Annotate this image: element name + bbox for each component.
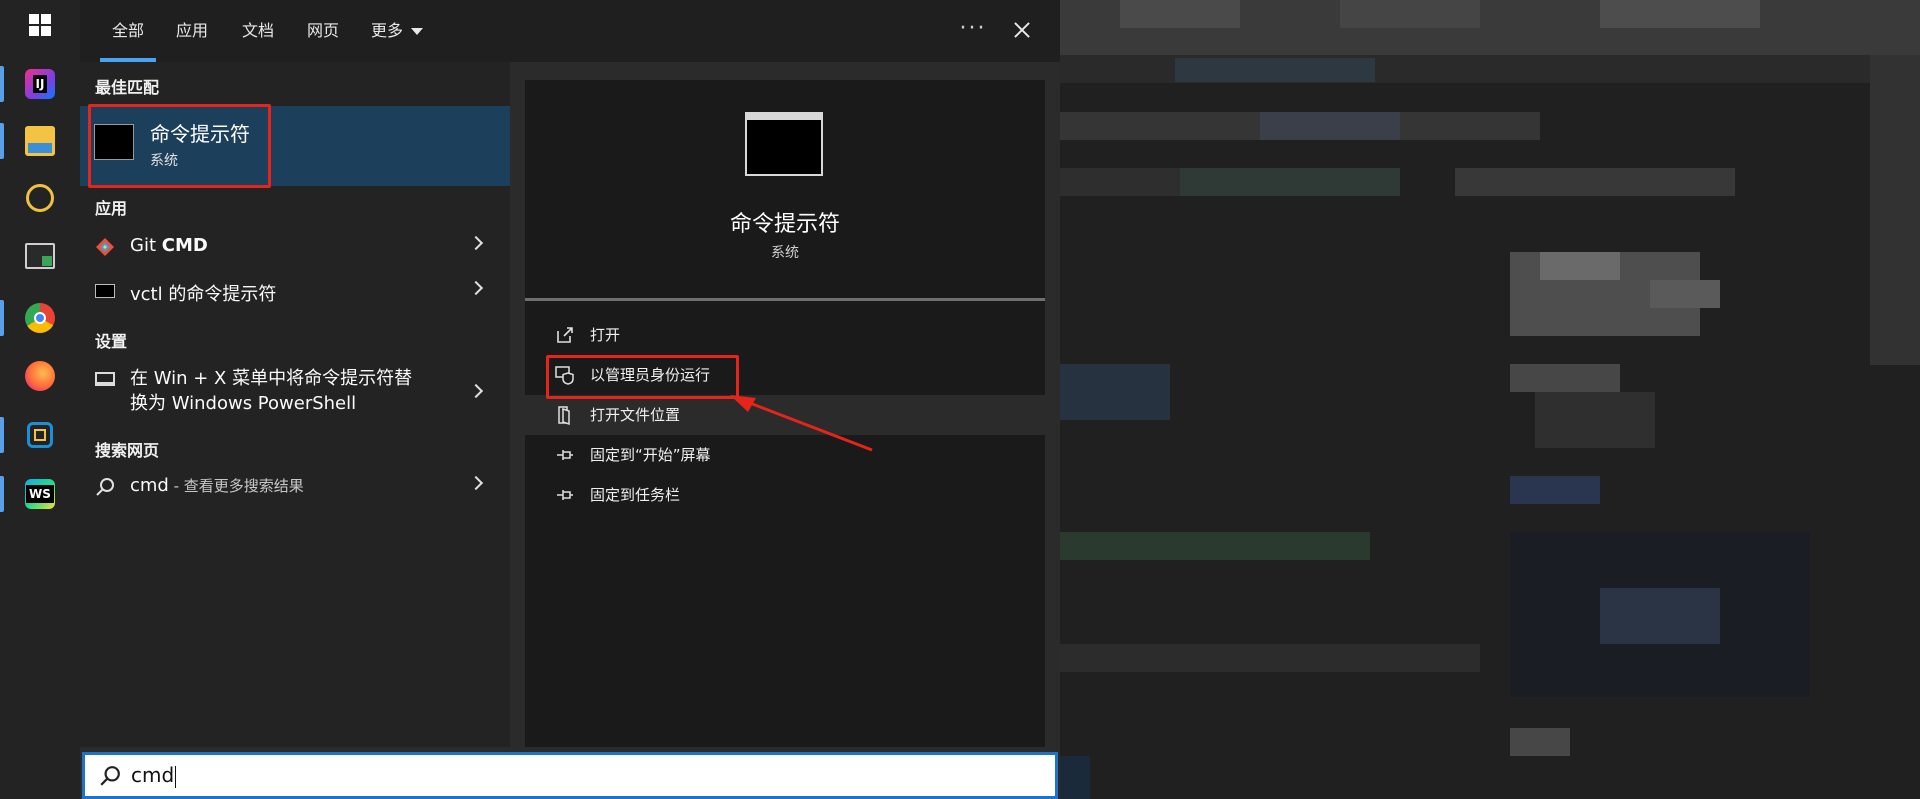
detail-subtitle: 系统: [771, 245, 799, 261]
result-git-cmd[interactable]: Git CMD: [80, 225, 510, 269]
search-input[interactable]: cmd: [131, 763, 177, 788]
annotation-highlight-best-match: [88, 104, 271, 188]
command-prompt-large-icon: [745, 112, 823, 176]
chrome-icon: [25, 303, 55, 333]
action-pin-to-taskbar[interactable]: 固定到任务栏: [525, 475, 1045, 515]
terminal-icon: [25, 243, 55, 269]
tab-web[interactable]: 网页: [307, 0, 339, 62]
result-vctl-cmd[interactable]: vctl 的命令提示符: [80, 270, 510, 314]
filter-tabs-bar: 全部 应用 文档 网页 更多 ···: [80, 0, 1060, 62]
chevron-right-icon[interactable]: [468, 235, 484, 251]
result-setting-powershell[interactable]: 在 Win + X 菜单中将命令提示符替 换为 Windows PowerShel…: [80, 358, 510, 424]
windows-start-button[interactable]: [0, 0, 80, 50]
tab-more-label: 更多: [371, 21, 404, 40]
git-icon: [96, 238, 114, 256]
file-location-icon: [558, 406, 570, 425]
results-list: 最佳匹配 命令提示符 系统 应用 Git CMD vctl 的命令提示符 设置: [80, 62, 510, 747]
search-icon: [96, 478, 114, 496]
section-best-match: 最佳匹配: [95, 78, 160, 97]
taskbar-file-explorer[interactable]: [0, 113, 80, 169]
action-open-file-location-label: 打开文件位置: [590, 406, 681, 424]
intellij-icon: IJ: [25, 69, 55, 99]
start-search-menu: 全部 应用 文档 网页 更多 ··· 最佳匹配 命令提示符 系统 应用 Git …: [80, 0, 1060, 799]
pin-icon: [557, 450, 573, 460]
webstorm-icon: WS: [25, 479, 55, 509]
result-git-cmd-label: Git CMD: [130, 235, 208, 256]
chevron-right-icon[interactable]: [468, 475, 484, 491]
section-settings: 设置: [95, 332, 128, 351]
action-open-label: 打开: [590, 326, 621, 344]
open-icon: [557, 327, 573, 343]
result-setting-label: 在 Win + X 菜单中将命令提示符替 换为 Windows PowerShel…: [130, 368, 413, 414]
taskbar-intellij[interactable]: IJ: [0, 56, 80, 112]
taskbar-virtualbox[interactable]: [0, 407, 80, 463]
detail-divider: [525, 298, 1045, 301]
firefox-icon: [25, 361, 55, 391]
detail-pane: 命令提示符 系统 打开 以管理员身份运行 打开文件位置 固定到“开始”屏幕 固定…: [525, 80, 1045, 747]
text-cursor: [175, 765, 177, 788]
close-button[interactable]: [1000, 10, 1044, 50]
taskbar-webstorm[interactable]: WS: [0, 466, 80, 522]
taskbar: IJ WS: [0, 0, 80, 799]
search-box[interactable]: cmd: [82, 752, 1058, 799]
action-pin-to-start[interactable]: 固定到“开始”屏幕: [525, 435, 1045, 475]
section-web: 搜索网页: [95, 441, 160, 460]
console-window-icon: [95, 284, 115, 298]
navicat-icon: [26, 184, 54, 212]
taskbar-chrome[interactable]: [0, 290, 80, 346]
virtualbox-icon: [27, 422, 53, 448]
pin-icon: [557, 490, 573, 500]
chevron-down-icon: [411, 28, 424, 35]
annotation-highlight-run-as-admin: [546, 355, 739, 399]
result-vctl-label: vctl 的命令提示符: [130, 284, 277, 305]
tab-documents[interactable]: 文档: [242, 0, 274, 62]
action-pin-to-start-label: 固定到“开始”屏幕: [590, 446, 711, 464]
taskbar-firefox[interactable]: [0, 348, 80, 404]
search-icon: [100, 766, 120, 786]
web-search-label: cmd - 查看更多搜索结果: [130, 475, 304, 496]
result-web-search[interactable]: cmd - 查看更多搜索结果: [80, 465, 510, 509]
chevron-right-icon[interactable]: [468, 280, 484, 296]
more-options-button[interactable]: ···: [953, 12, 993, 48]
action-open[interactable]: 打开: [525, 315, 1045, 355]
detail-title: 命令提示符: [729, 212, 840, 237]
chevron-right-icon[interactable]: [468, 383, 484, 399]
folder-icon: [25, 126, 55, 156]
tab-all[interactable]: 全部: [99, 0, 157, 62]
action-open-file-location[interactable]: 打开文件位置: [525, 395, 1045, 435]
tab-apps[interactable]: 应用: [176, 0, 208, 62]
tab-more[interactable]: 更多: [371, 0, 424, 62]
section-apps: 应用: [95, 199, 128, 218]
action-pin-to-taskbar-label: 固定到任务栏: [590, 486, 681, 504]
windows-logo-icon: [29, 14, 51, 36]
taskbar-navicat[interactable]: [0, 170, 80, 226]
taskbar-terminal[interactable]: [0, 228, 80, 284]
settings-display-icon: [95, 372, 115, 386]
blurred-background-window: [1060, 0, 1920, 799]
